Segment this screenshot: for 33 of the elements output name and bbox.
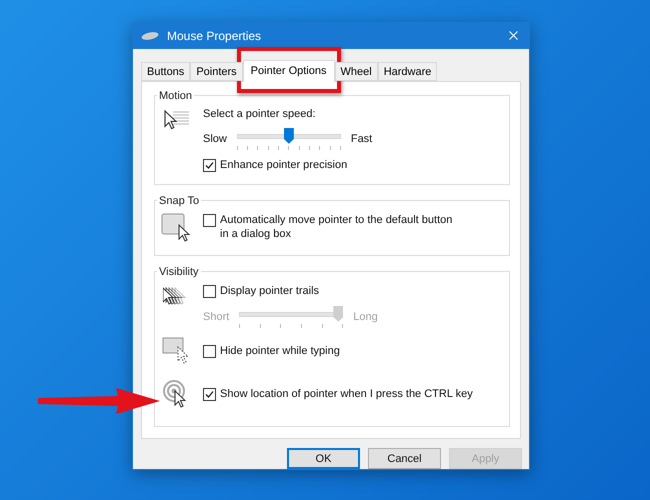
tab[interactable]: Pointer Options (242, 60, 334, 82)
tab[interactable]: Pointers (190, 62, 243, 81)
mouse-icon (141, 32, 159, 40)
checkbox[interactable] (203, 214, 216, 227)
short-label: Short (203, 310, 230, 323)
tab[interactable]: Wheel (334, 62, 378, 81)
snap-to-icon (161, 212, 193, 243)
slider-thumb[interactable] (284, 128, 294, 144)
checkbox[interactable] (203, 344, 216, 358)
tab[interactable]: Buttons (141, 62, 190, 81)
checkbox-label: Enhance pointer precision (220, 158, 348, 172)
speed-label: Select a pointer speed: (203, 108, 317, 120)
checkbox-label: Automatically move pointer to the default button in a dialog box (220, 212, 453, 241)
trail-slider[interactable] (239, 306, 344, 328)
dialog-button[interactable]: Cancel (368, 448, 441, 469)
window-title: Mouse Properties (167, 28, 262, 43)
checkbox-label: Show location of pointer when I press the CTRL key (220, 386, 473, 401)
checkbox-label: Hide pointer while typing (220, 344, 340, 358)
checkbox[interactable] (203, 388, 216, 401)
pointer-speed-icon (163, 108, 191, 132)
group-label: Motion (158, 90, 194, 102)
slow-label: Slow (203, 132, 227, 145)
long-label: Long (353, 310, 378, 323)
arrow-icon (38, 388, 160, 414)
tab[interactable]: Hardware (378, 62, 438, 81)
dialog-button[interactable]: OK (287, 448, 360, 469)
checkbox-label: Display pointer trails (220, 284, 320, 298)
speed-slider[interactable] (236, 128, 341, 150)
checkbox[interactable] (203, 284, 216, 298)
checkbox[interactable] (203, 158, 216, 172)
fast-label: Fast (350, 132, 372, 145)
group-label: Snap To (158, 194, 200, 207)
group-label: Visibility (158, 266, 200, 278)
